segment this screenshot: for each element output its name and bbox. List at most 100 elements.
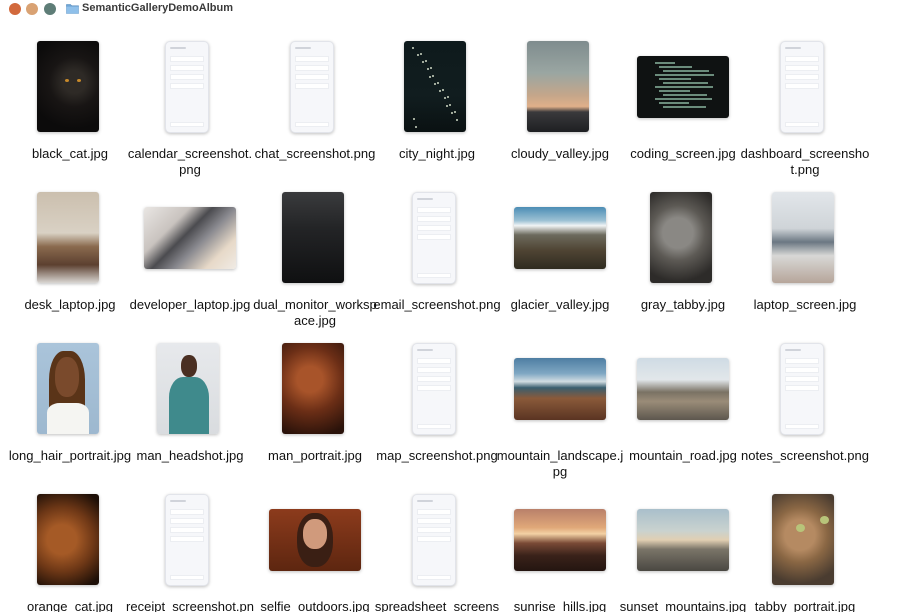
file-name: glacier_valley.jpg <box>510 297 610 312</box>
file-item[interactable]: coding_screen.jpg <box>618 34 748 179</box>
folder-icon <box>66 4 79 14</box>
file-item[interactable]: mountain_road.jpg <box>618 336 748 481</box>
file-item[interactable]: email_screenshot.png <box>372 185 502 330</box>
file-name: dashboard_screenshot.png <box>740 146 870 177</box>
chat-thumbnail-image <box>290 41 334 133</box>
file-item[interactable]: developer_laptop.jpg <box>125 185 255 330</box>
file-thumbnail <box>372 34 502 134</box>
file-thumbnail <box>372 185 502 285</box>
file-item[interactable]: chat_screenshot.png <box>250 34 380 179</box>
email-thumbnail-image <box>412 192 456 284</box>
file-thumbnail <box>5 336 135 436</box>
file-item[interactable]: tabby_portrait.jpg <box>740 487 870 612</box>
devlap-thumbnail-image <box>144 207 236 269</box>
file-thumbnail <box>495 336 625 436</box>
file-name: cloudy_valley.jpg <box>510 146 610 161</box>
file-item[interactable]: man_portrait.jpg <box>250 336 380 481</box>
file-thumbnail <box>125 34 255 134</box>
file-thumbnail <box>740 336 870 436</box>
zoom-window-button[interactable] <box>44 3 56 15</box>
file-thumbnail <box>372 487 502 587</box>
file-thumbnail <box>250 336 380 436</box>
file-name: orange_cat.jpg <box>26 599 113 612</box>
notes-thumbnail-image <box>780 343 824 435</box>
file-thumbnail <box>5 487 135 587</box>
file-thumbnail <box>5 34 135 134</box>
file-thumbnail <box>740 185 870 285</box>
map-thumbnail-image <box>412 343 456 435</box>
file-name: developer_laptop.jpg <box>129 297 251 312</box>
file-item[interactable]: glacier_valley.jpg <box>495 185 625 330</box>
file-thumbnail <box>740 34 870 134</box>
file-name: spreadsheet_screenshot.png <box>374 599 500 612</box>
mtnroad-thumbnail-image <box>637 358 729 420</box>
file-name: tabby_portrait.jpg <box>754 599 856 612</box>
window-title: SemanticGalleryDemoAlbum <box>82 2 233 14</box>
tabby-thumbnail-image <box>650 192 712 283</box>
file-item[interactable]: orange_cat.jpg <box>5 487 135 612</box>
tabbyportrait-thumbnail-image <box>772 494 834 585</box>
file-name: email_screenshot.png <box>373 297 501 312</box>
file-name: selfie_outdoors.jpg <box>260 599 370 612</box>
file-name: notes_screenshot.png <box>741 448 869 463</box>
file-thumbnail <box>372 336 502 436</box>
file-item[interactable]: sunrise_hills.jpg <box>495 487 625 612</box>
file-item[interactable]: gray_tabby.jpg <box>618 185 748 330</box>
selfie-thumbnail-image <box>269 509 361 571</box>
file-item[interactable]: notes_screenshot.png <box>740 336 870 481</box>
file-item[interactable]: dual_monitor_workspace.jpg <box>250 185 380 330</box>
window-titlebar: SemanticGalleryDemoAlbum <box>0 0 900 18</box>
file-name: receipt_screenshot.png <box>126 599 254 612</box>
black-cat-thumbnail-image <box>37 41 99 132</box>
file-name: map_screenshot.png <box>376 448 498 463</box>
file-name: sunset_mountains.jpg <box>619 599 747 612</box>
file-name: coding_screen.jpg <box>630 146 736 161</box>
file-thumbnail <box>618 185 748 285</box>
manportrait-thumbnail-image <box>282 343 344 434</box>
dashboard-thumbnail-image <box>780 41 824 133</box>
desk-thumbnail-image <box>37 192 99 283</box>
file-thumbnail <box>495 487 625 587</box>
file-item[interactable]: mountain_landscape.jpg <box>495 336 625 481</box>
file-thumbnail <box>125 185 255 285</box>
file-thumbnail <box>495 34 625 134</box>
file-item[interactable]: long_hair_portrait.jpg <box>5 336 135 481</box>
file-thumbnail <box>125 336 255 436</box>
file-name: dual_monitor_workspace.jpg <box>253 297 377 328</box>
file-item[interactable]: man_headshot.jpg <box>125 336 255 481</box>
file-item[interactable]: cloudy_valley.jpg <box>495 34 625 179</box>
file-item[interactable]: receipt_screenshot.png <box>125 487 255 612</box>
file-item[interactable]: calendar_screenshot.png <box>125 34 255 179</box>
file-item[interactable]: dashboard_screenshot.png <box>740 34 870 179</box>
file-item[interactable]: city_night.jpg <box>372 34 502 179</box>
file-item[interactable]: black_cat.jpg <box>5 34 135 179</box>
orangecat-thumbnail-image <box>37 494 99 585</box>
close-window-button[interactable] <box>9 3 21 15</box>
file-item[interactable]: spreadsheet_screenshot.png <box>372 487 502 612</box>
file-item[interactable]: sunset_mountains.jpg <box>618 487 748 612</box>
file-thumbnail <box>250 487 380 587</box>
file-item[interactable]: map_screenshot.png <box>372 336 502 481</box>
file-name: gray_tabby.jpg <box>640 297 726 312</box>
file-thumbnail <box>125 487 255 587</box>
file-thumbnail <box>250 185 380 285</box>
file-thumbnail <box>250 34 380 134</box>
minimize-window-button[interactable] <box>26 3 38 15</box>
file-name: calendar_screenshot.png <box>127 146 253 177</box>
file-item[interactable]: desk_laptop.jpg <box>5 185 135 330</box>
file-name: black_cat.jpg <box>32 146 108 161</box>
file-name: city_night.jpg <box>399 146 475 161</box>
calendar-thumbnail-image <box>165 41 209 133</box>
file-thumbnail <box>740 487 870 587</box>
mtnland-thumbnail-image <box>514 358 606 420</box>
file-item[interactable]: laptop_screen.jpg <box>740 185 870 330</box>
cloudy-thumbnail-image <box>527 41 589 132</box>
coding-thumbnail-image <box>637 56 729 118</box>
file-item[interactable]: selfie_outdoors.jpg <box>250 487 380 612</box>
file-thumbnail <box>495 185 625 285</box>
file-name: mountain_road.jpg <box>629 448 737 463</box>
file-name: sunrise_hills.jpg <box>513 599 607 612</box>
file-thumbnail <box>5 185 135 285</box>
lapscr-thumbnail-image <box>772 192 834 283</box>
file-name: long_hair_portrait.jpg <box>8 448 132 463</box>
